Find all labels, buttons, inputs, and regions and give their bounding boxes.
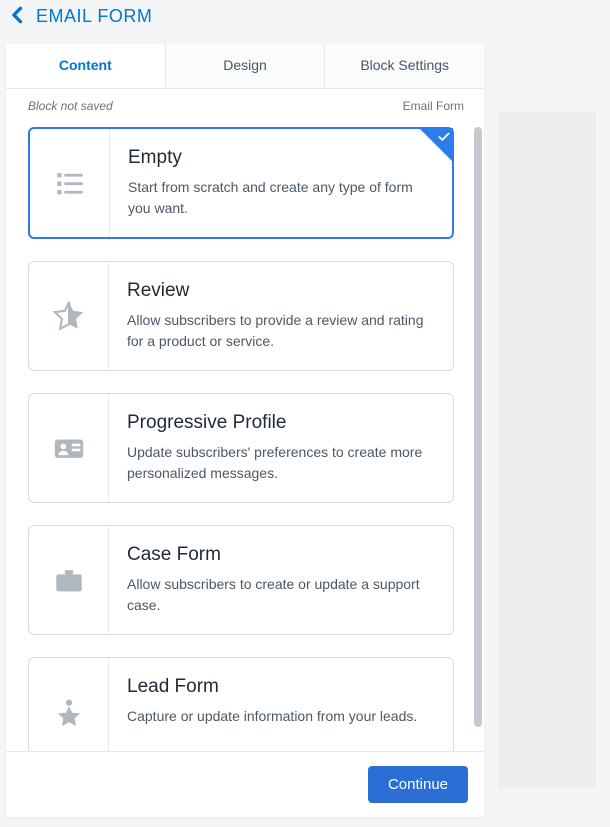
scrollbar-thumb[interactable] bbox=[474, 127, 482, 727]
card-desc: Allow subscribers to create or update a … bbox=[127, 574, 435, 616]
id-card-icon bbox=[29, 394, 109, 502]
template-list: Empty Start from scratch and create any … bbox=[6, 119, 484, 751]
status-not-saved: Block not saved bbox=[28, 99, 113, 113]
tab-content[interactable]: Content bbox=[6, 44, 166, 88]
panel: Content Design Block Settings Block not … bbox=[6, 44, 484, 817]
card-title: Case Form bbox=[127, 544, 435, 566]
person-star-icon bbox=[29, 658, 109, 751]
card-desc: Allow subscribers to provide a review an… bbox=[127, 310, 435, 352]
context-label: Email Form bbox=[403, 99, 464, 113]
tabs: Content Design Block Settings bbox=[6, 44, 484, 89]
template-card-lead-form[interactable]: Lead Form Capture or update information … bbox=[28, 657, 454, 751]
continue-button[interactable]: Continue bbox=[368, 766, 468, 803]
scrollbar[interactable] bbox=[474, 127, 484, 727]
back-icon[interactable] bbox=[8, 0, 28, 32]
tab-block-settings[interactable]: Block Settings bbox=[325, 44, 484, 88]
card-desc: Start from scratch and create any type o… bbox=[128, 177, 434, 219]
page-title: EMAIL FORM bbox=[36, 6, 152, 27]
card-title: Empty bbox=[128, 147, 434, 169]
preview-placeholder bbox=[498, 112, 596, 789]
card-title: Review bbox=[127, 280, 435, 302]
card-desc: Capture or update information from your … bbox=[127, 706, 435, 727]
list-icon bbox=[30, 129, 110, 237]
card-desc: Update subscribers' preferences to creat… bbox=[127, 442, 435, 484]
card-title: Progressive Profile bbox=[127, 412, 435, 434]
selected-corner bbox=[419, 128, 453, 162]
card-title: Lead Form bbox=[127, 676, 435, 698]
footer: Continue bbox=[6, 751, 484, 817]
template-card-case-form[interactable]: Case Form Allow subscribers to create or… bbox=[28, 525, 454, 635]
template-card-review[interactable]: Review Allow subscribers to provide a re… bbox=[28, 261, 454, 371]
star-icon bbox=[29, 262, 109, 370]
template-card-empty[interactable]: Empty Start from scratch and create any … bbox=[28, 127, 454, 239]
check-icon bbox=[437, 130, 451, 144]
page-header: EMAIL FORM bbox=[0, 0, 610, 44]
tab-design[interactable]: Design bbox=[166, 44, 326, 88]
status-row: Block not saved Email Form bbox=[6, 89, 484, 119]
template-card-progressive-profile[interactable]: Progressive Profile Update subscribers' … bbox=[28, 393, 454, 503]
briefcase-icon bbox=[29, 526, 109, 634]
